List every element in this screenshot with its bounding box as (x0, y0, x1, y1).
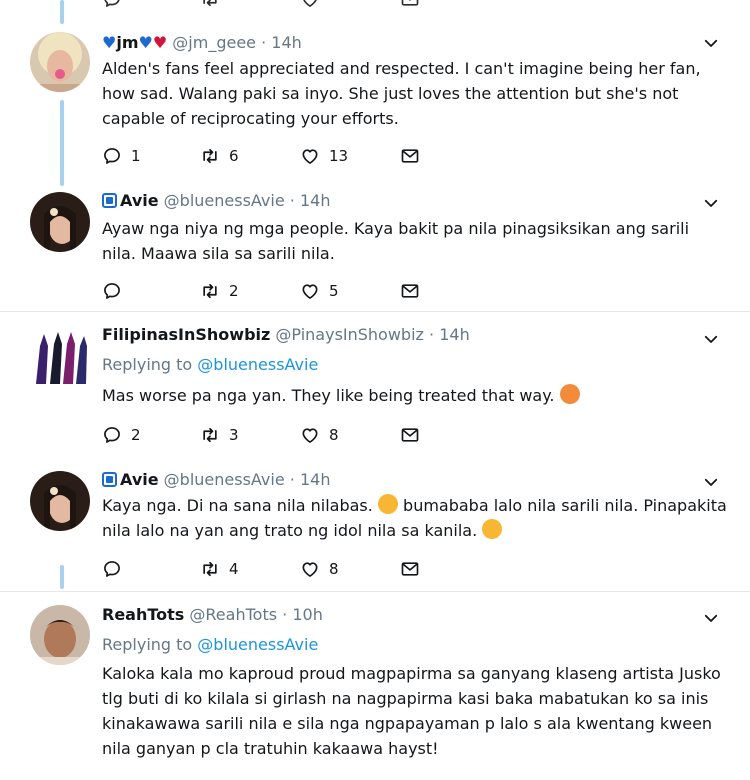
tweet[interactable]: ReahTots @ReahTots · 10h Replying to @bl… (0, 605, 750, 780)
mention-link[interactable]: @bluenessAvie (197, 635, 318, 654)
chevron-down-icon[interactable] (702, 330, 720, 348)
display-name[interactable]: ReahTots (102, 605, 184, 624)
tweet-header: ReahTots @ReahTots · 10h (102, 605, 323, 624)
laughing-crying-emoji-icon (377, 494, 398, 514)
tweet-header: Avie @bluenessAvie · 14h (102, 190, 330, 212)
message-icon (400, 559, 420, 579)
mention-link[interactable]: @bluenessAvie (197, 355, 318, 374)
chevron-down-icon[interactable] (702, 473, 720, 491)
divider (0, 591, 750, 592)
display-name[interactable]: Avie (120, 191, 159, 210)
tweet-header: ♥jm♥♥ @jm_geee · 14h (102, 33, 302, 52)
retweet-icon (200, 425, 220, 445)
laughing-crying-emoji-icon (482, 519, 503, 539)
avatar[interactable] (30, 32, 90, 92)
reply-icon[interactable] (102, 0, 122, 9)
square-badge-icon (102, 472, 117, 487)
retweet-icon (200, 146, 220, 166)
reply-icon (102, 425, 122, 445)
message-button[interactable] (400, 558, 420, 580)
retweet-button[interactable]: 6 (200, 145, 239, 167)
tweet[interactable]: FilipinasInShowbiz @PinaysInShowbiz · 14… (0, 325, 750, 451)
avatar[interactable] (30, 471, 90, 531)
tweet-text: Mas worse pa nga yan. They like being tr… (102, 383, 727, 408)
handle[interactable]: @PinaysInShowbiz (275, 325, 424, 344)
divider (0, 311, 750, 312)
like-icon (300, 559, 320, 579)
reply-button[interactable] (102, 280, 131, 302)
tweet[interactable]: ♥jm♥♥ @jm_geee · 14h Alden's fans feel a… (0, 32, 750, 182)
retweet-button[interactable]: 3 (200, 424, 239, 446)
reply-icon (102, 559, 122, 579)
replying-to: Replying to @bluenessAvie (102, 635, 319, 654)
timestamp[interactable]: 10h (292, 605, 323, 624)
timestamp[interactable]: 14h (300, 191, 331, 210)
display-name[interactable]: Avie (120, 470, 159, 489)
timestamp[interactable]: 14h (439, 325, 470, 344)
message-button[interactable] (400, 280, 420, 302)
like-button[interactable]: 5 (300, 280, 339, 302)
tweet-header: FilipinasInShowbiz @PinaysInShowbiz · 14… (102, 325, 470, 344)
like-icon (300, 146, 320, 166)
blue-heart-icon: ♥ (138, 33, 153, 52)
tweet-text: Kaloka kala mo kaproud proud magpapirma … (102, 664, 721, 758)
handle[interactable]: @bluenessAvie (164, 191, 285, 210)
timestamp[interactable]: 14h (300, 470, 331, 489)
message-icon (400, 146, 420, 166)
thread-line (60, 0, 64, 24)
kiss-lips-icon: ♥ (152, 33, 168, 52)
avatar[interactable] (30, 326, 90, 386)
tweet-header: Avie @bluenessAvie · 14h (102, 469, 330, 491)
message-icon (400, 281, 420, 301)
retweet-icon[interactable] (200, 0, 220, 9)
tweet-text: Kaya nga. Di na sana nila nilabas. bumab… (102, 494, 727, 540)
reply-button[interactable]: 1 (102, 145, 141, 167)
reply-icon (102, 281, 122, 301)
tweet-text: Alden's fans feel appreciated and respec… (102, 59, 701, 128)
like-icon[interactable] (300, 0, 320, 9)
display-name[interactable]: FilipinasInShowbiz (102, 325, 270, 344)
like-icon (300, 281, 320, 301)
avatar[interactable] (30, 605, 90, 665)
like-button[interactable]: 8 (300, 558, 339, 580)
handle[interactable]: @bluenessAvie (164, 470, 285, 489)
replying-to: Replying to @bluenessAvie (102, 355, 319, 374)
blue-heart-icon: ♥ (102, 33, 117, 52)
smirk-emoji-icon (559, 384, 580, 404)
tweet[interactable]: Avie @bluenessAvie · 14h Kaya nga. Di na… (0, 469, 750, 584)
like-button[interactable]: 13 (300, 145, 348, 167)
message-icon (400, 425, 420, 445)
square-badge-icon (102, 193, 117, 208)
retweet-button[interactable]: 2 (200, 280, 239, 302)
handle[interactable]: @ReahTots (189, 605, 277, 624)
retweet-button[interactable]: 4 (200, 558, 239, 580)
message-icon[interactable] (400, 0, 420, 9)
tweet[interactable]: Avie @bluenessAvie · 14h Ayaw nga niya n… (0, 190, 750, 300)
avatar[interactable] (30, 192, 90, 252)
reply-icon (102, 146, 122, 166)
message-button[interactable] (400, 145, 420, 167)
handle[interactable]: @jm_geee (172, 33, 256, 52)
chevron-down-icon[interactable] (702, 609, 720, 627)
timestamp[interactable]: 14h (271, 33, 302, 52)
chevron-down-icon[interactable] (702, 194, 720, 212)
tweet-text: Ayaw nga niya ng mga people. Kaya bakit … (102, 219, 690, 263)
chevron-down-icon[interactable] (702, 34, 720, 52)
display-name[interactable]: jm (116, 33, 138, 52)
like-button[interactable]: 8 (300, 424, 339, 446)
retweet-icon (200, 559, 220, 579)
reply-button[interactable]: 2 (102, 424, 141, 446)
reply-button[interactable] (102, 558, 131, 580)
message-button[interactable] (400, 424, 420, 446)
retweet-icon (200, 281, 220, 301)
like-icon (300, 425, 320, 445)
